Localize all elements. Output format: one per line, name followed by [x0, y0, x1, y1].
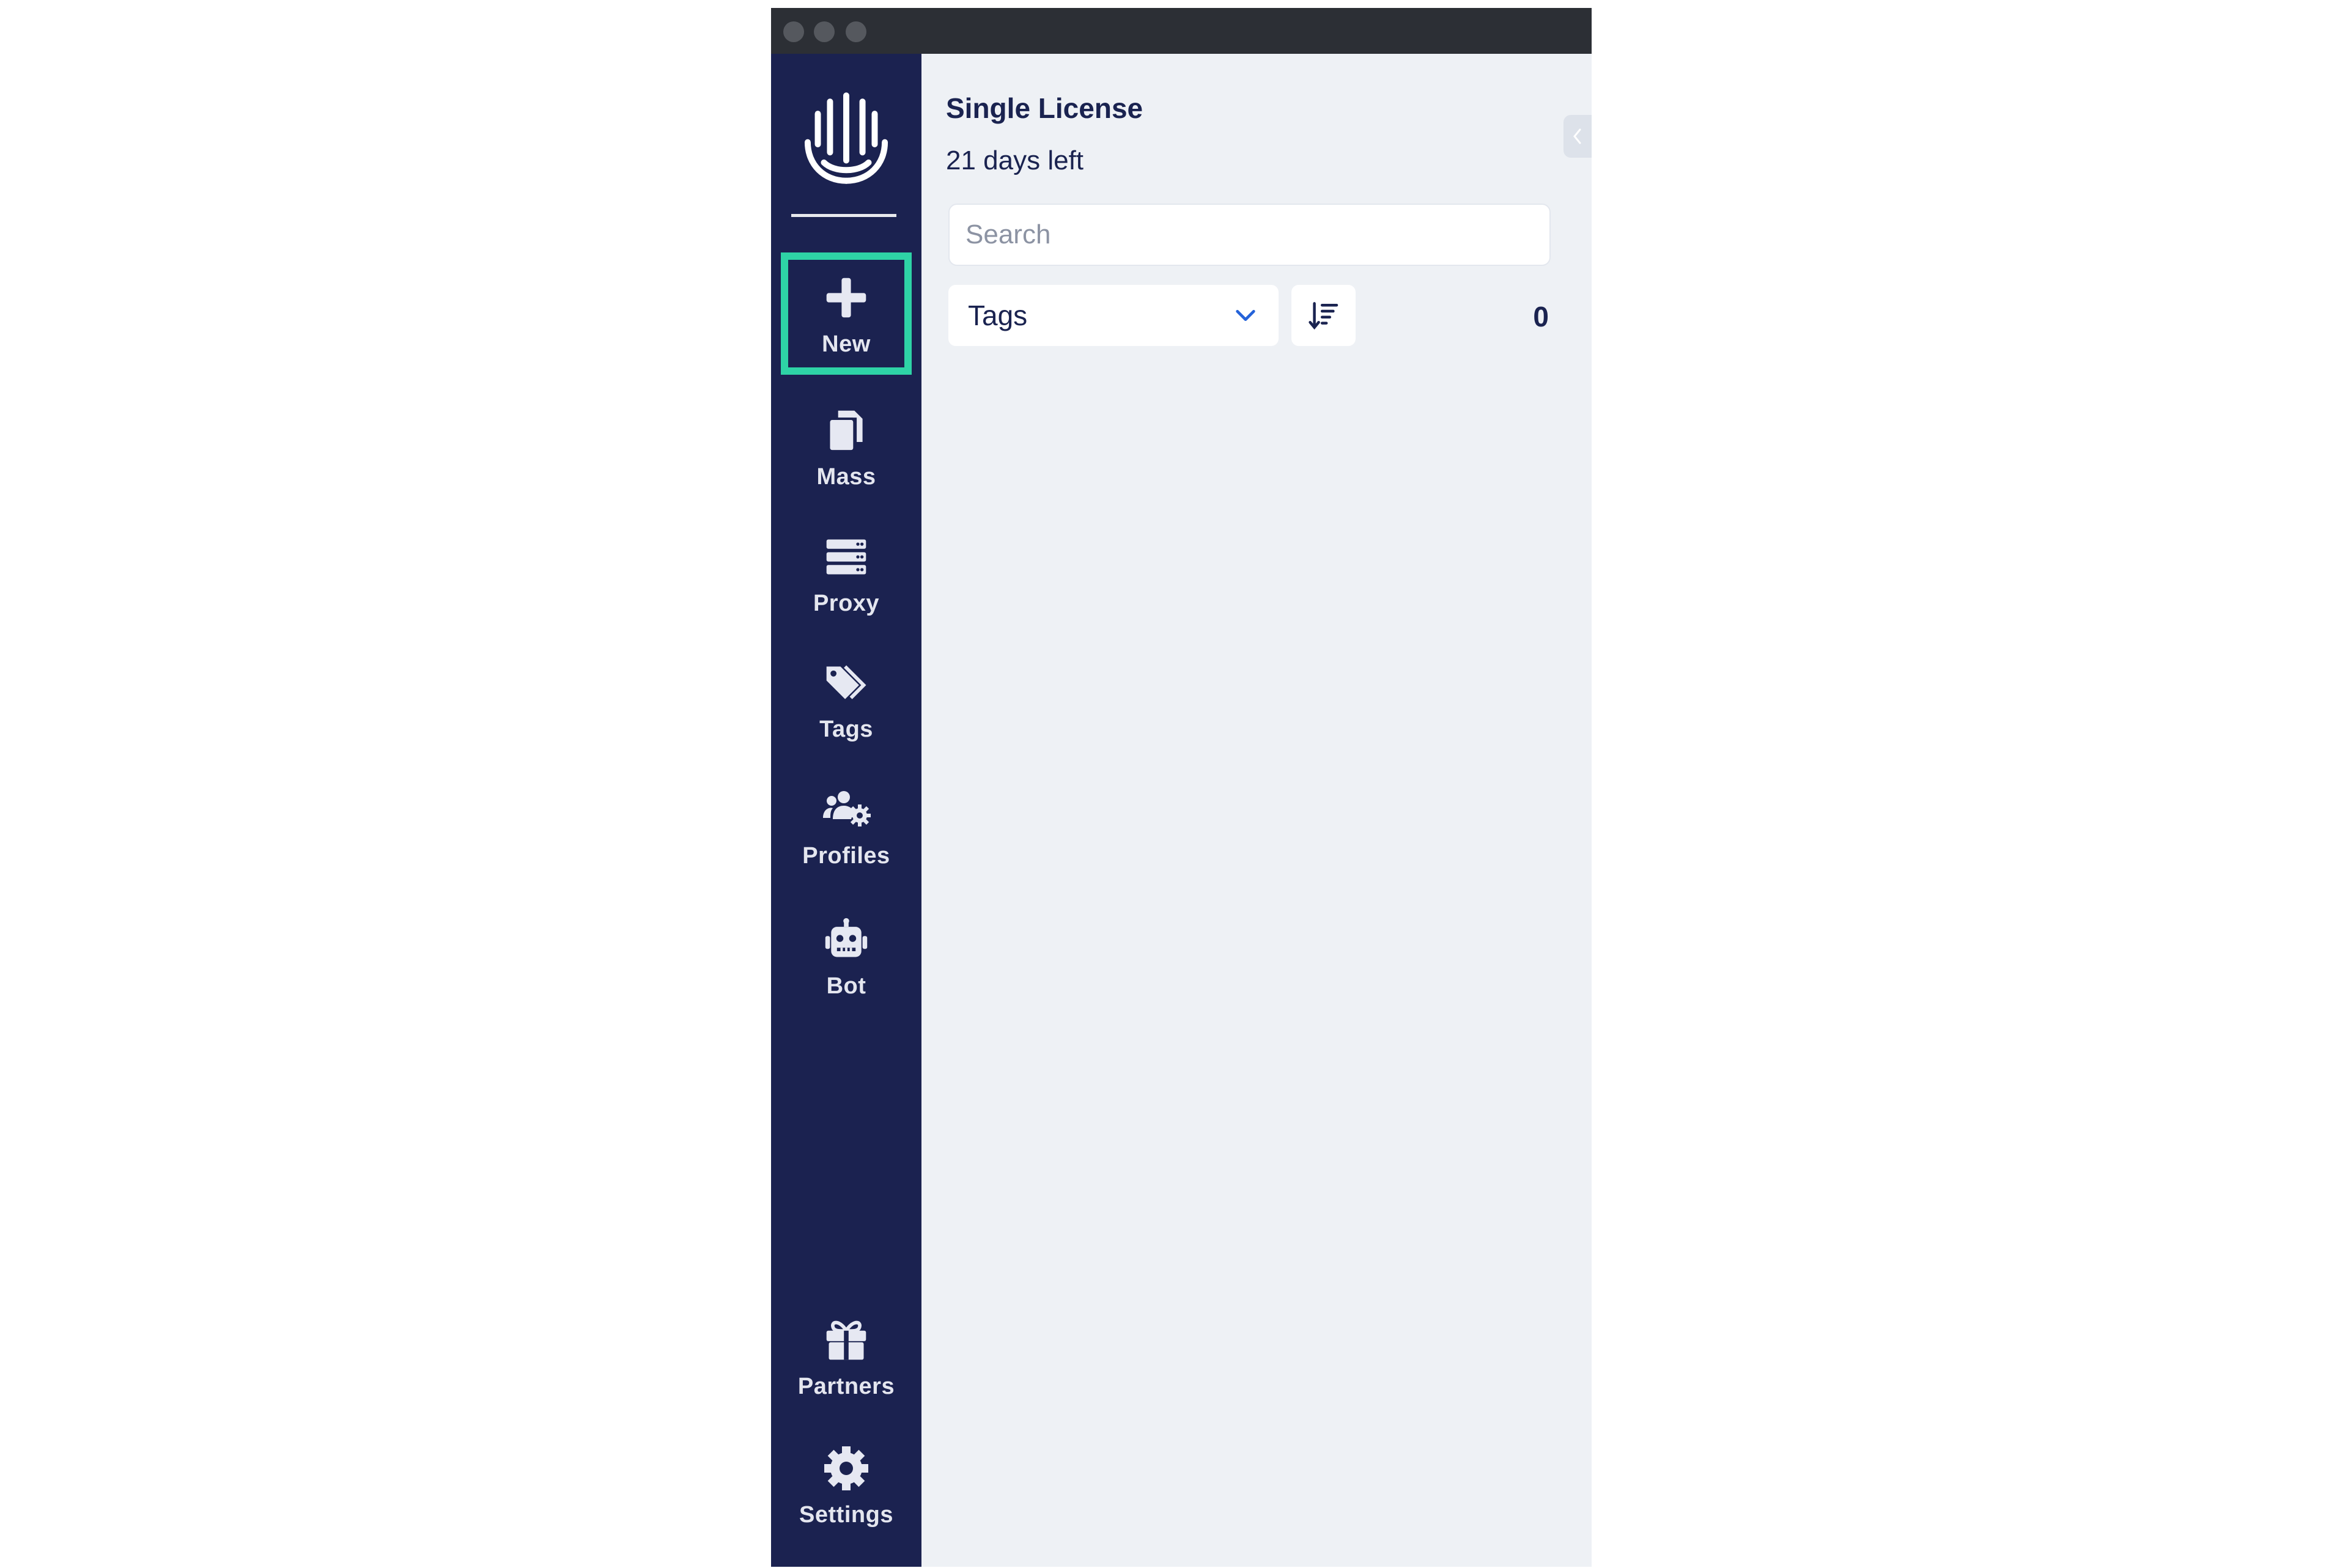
sidebar-item-label: Proxy	[813, 590, 880, 616]
sidebar-item-mass[interactable]: Mass	[781, 385, 912, 507]
chevron-left-icon	[1573, 128, 1581, 144]
sidebar-item-partners[interactable]: Partners	[781, 1295, 912, 1417]
tags-dropdown[interactable]: Tags	[948, 285, 1279, 346]
sidebar-item-proxy[interactable]: Proxy	[781, 512, 912, 634]
sidebar-item-label: Profiles	[802, 842, 890, 869]
tags-dropdown-label: Tags	[968, 300, 1028, 331]
license-days-left: 21 days left	[946, 145, 1084, 175]
server-icon	[819, 529, 874, 584]
sidebar-item-settings[interactable]: Settings	[781, 1423, 912, 1545]
robot-icon	[819, 912, 874, 967]
collapse-panel-button[interactable]	[1563, 115, 1592, 158]
plus-icon	[819, 270, 874, 325]
search-input[interactable]	[948, 204, 1551, 266]
sidebar-item-label: Partners	[797, 1373, 895, 1399]
main-panel: Single License 21 days left Tags 0	[921, 54, 1592, 1567]
sort-button[interactable]	[1291, 285, 1356, 346]
sidebar-item-new[interactable]: New	[781, 252, 912, 375]
sidebar-item-label: Bot	[826, 973, 866, 999]
sidebar-item-label: New	[822, 331, 871, 357]
gear-icon	[819, 1441, 874, 1496]
app-window: New Mass Proxy Tags Profiles Bot Partner…	[771, 8, 1592, 1567]
sidebar-item-bot[interactable]: Bot	[781, 894, 912, 1017]
app-logo	[796, 87, 897, 189]
sidebar-item-label: Settings	[799, 1501, 893, 1528]
item-count: 0	[1533, 301, 1549, 333]
window-minimize-button[interactable]	[814, 21, 835, 42]
window-close-button[interactable]	[783, 21, 804, 42]
sidebar-item-label: Tags	[819, 716, 873, 742]
sidebar-item-tags[interactable]: Tags	[781, 638, 912, 760]
users-gear-icon	[819, 782, 874, 837]
tags-icon	[819, 655, 874, 710]
sort-descending-icon	[1308, 302, 1338, 330]
copy-icon	[819, 403, 874, 458]
chevron-down-icon	[1236, 310, 1255, 321]
sidebar-item-label: Mass	[816, 463, 876, 490]
sidebar: New Mass Proxy Tags Profiles Bot Partner…	[771, 54, 921, 1567]
gift-icon	[819, 1312, 874, 1367]
logo-divider	[791, 214, 896, 217]
license-title: Single License	[946, 92, 1143, 124]
sidebar-item-profiles[interactable]: Profiles	[781, 764, 912, 886]
window-titlebar	[771, 8, 1592, 55]
window-zoom-button[interactable]	[846, 21, 866, 42]
